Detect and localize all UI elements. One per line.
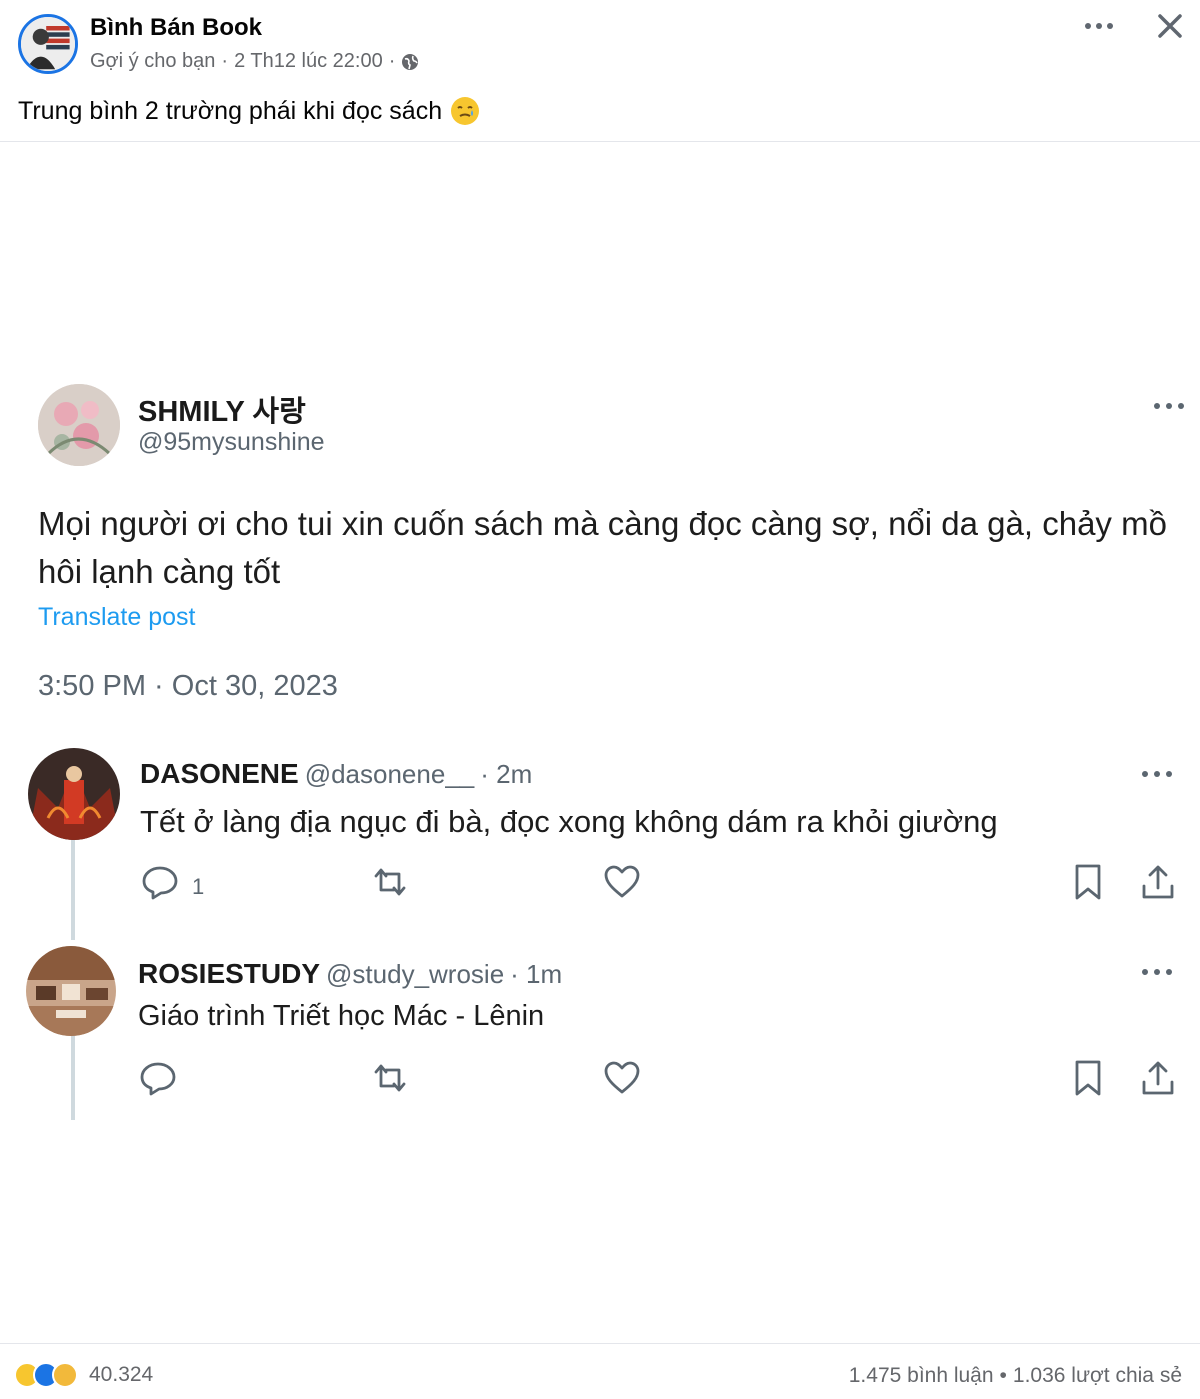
- thread-line: [71, 838, 75, 940]
- globe-icon: [401, 53, 419, 71]
- bookmark-icon: [1068, 862, 1108, 902]
- suggested-label: Gợi ý cho bạn: [90, 50, 216, 72]
- share-icon: [1138, 1058, 1178, 1098]
- post-caption: Trung bình 2 trường phái khi đọc sách: [18, 96, 480, 126]
- post-header: Bình Bán Book Gợi ý cho bạn · 2 Th12 lúc…: [0, 0, 1200, 90]
- tweet-author-handle: @95mysunshine: [138, 428, 325, 456]
- smiling-tear-emoji-icon: [450, 96, 480, 126]
- stats-separator: •: [999, 1364, 1007, 1387]
- reply-avatar: [28, 748, 120, 840]
- meta-separator-2: ·: [388, 50, 396, 72]
- reply-count: 1: [192, 874, 205, 899]
- bookmark-icon: [1068, 1058, 1108, 1098]
- reply-text: Tết ở làng địa ngục đi bà, đọc xong khôn…: [140, 804, 998, 839]
- share-icon: [1138, 862, 1178, 902]
- divider: [0, 141, 1200, 142]
- tweet-timestamp: 3:50 PM · Oct 30, 2023: [38, 670, 338, 702]
- reactions-summary[interactable]: 40.324: [14, 1362, 153, 1388]
- reply-more-icon: [1140, 964, 1174, 980]
- tweet-author-avatar: [38, 384, 120, 466]
- reply-avatar: [26, 946, 116, 1036]
- tweet-more-icon: [1152, 398, 1186, 414]
- reply-text: Giáo trình Triết học Mác - Lênin: [138, 1000, 545, 1032]
- reply-author-name: ROSIESTUDY: [138, 958, 321, 989]
- post-timestamp[interactable]: 2 Th12 lúc 22:00: [234, 50, 383, 73]
- reply-header: DASONENE @dasonene__ · 2m: [140, 758, 532, 790]
- thread-line: [71, 1034, 75, 1120]
- reply-age: · 1m: [510, 959, 563, 989]
- retweet-icon: [370, 862, 410, 902]
- page-avatar[interactable]: [18, 14, 78, 74]
- page-name[interactable]: Bình Bán Book: [90, 14, 262, 42]
- like-icon: [602, 862, 642, 902]
- post-meta: Gợi ý cho bạn · 2 Th12 lúc 22:00 ·: [90, 50, 419, 73]
- reply-author-handle: @study_wrosie: [326, 959, 505, 989]
- meta-separator: ·: [221, 50, 229, 72]
- caption-text: Trung bình 2 trường phái khi đọc sách: [18, 96, 443, 125]
- tweet-author-name: SHMILY 사랑: [138, 396, 306, 428]
- translate-post-link: Translate post: [38, 603, 196, 631]
- reply-icon: [140, 862, 180, 902]
- reply-header: ROSIESTUDY @study_wrosie · 1m: [138, 958, 562, 990]
- reaction-count: 40.324: [89, 1363, 154, 1386]
- reply-icon: [138, 1058, 178, 1098]
- reply-author-handle: @dasonene__: [304, 759, 475, 789]
- shares-count[interactable]: 1.036 lượt chia sẻ: [1013, 1364, 1182, 1388]
- divider: [0, 1343, 1200, 1344]
- tweet-text: Mọi người ơi cho tui xin cuốn sách mà cà…: [38, 505, 1167, 590]
- sad-reaction-icon: [52, 1362, 78, 1388]
- reply-more-icon: [1140, 766, 1174, 782]
- comments-count[interactable]: 1.475 bình luận: [849, 1364, 994, 1388]
- more-icon[interactable]: [1082, 14, 1116, 38]
- like-icon: [602, 1058, 642, 1098]
- reply-author-name: DASONENE: [140, 758, 299, 789]
- reaction-icons: [14, 1362, 78, 1388]
- close-icon[interactable]: [1154, 10, 1186, 42]
- engagement-stats: 1.475 bình luận • 1.036 lượt chia sẻ: [849, 1364, 1182, 1388]
- reply-age: · 2m: [480, 759, 533, 789]
- retweet-icon: [370, 1058, 410, 1098]
